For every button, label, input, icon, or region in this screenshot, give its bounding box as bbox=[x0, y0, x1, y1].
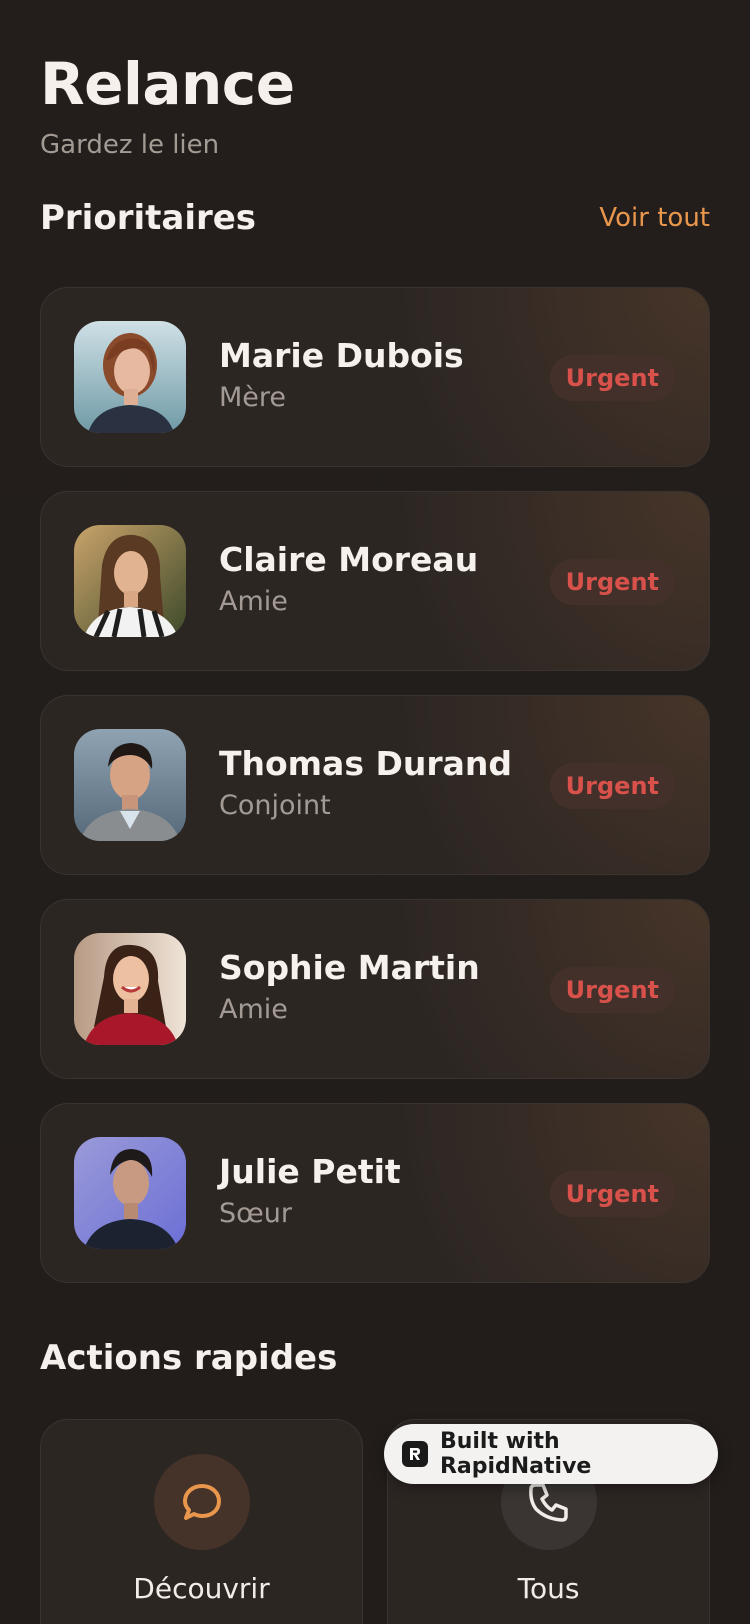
contact-relation: Conjoint bbox=[219, 790, 331, 821]
priority-section-header: Prioritaires Voir tout bbox=[40, 198, 710, 238]
contact-info: Claire Moreau Amie bbox=[219, 540, 478, 622]
contact-name: Thomas Durand bbox=[219, 744, 513, 783]
urgent-badge: Urgent bbox=[549, 967, 675, 1013]
avatar bbox=[74, 525, 186, 637]
contact-name: Sophie Martin bbox=[219, 948, 480, 987]
avatar bbox=[74, 729, 186, 841]
section-title-quick-actions: Actions rapides bbox=[40, 1338, 338, 1378]
avatar bbox=[74, 1137, 186, 1249]
app-screen: Relance Gardez le lien Prioritaires Voir… bbox=[0, 0, 750, 1624]
action-label: Découvrir bbox=[133, 1572, 270, 1605]
contact-info: Sophie Martin Amie bbox=[219, 948, 480, 1030]
contact-card[interactable]: Thomas Durand Conjoint Urgent bbox=[40, 695, 710, 875]
urgent-badge: Urgent bbox=[549, 1171, 675, 1217]
avatar bbox=[74, 933, 186, 1045]
built-with-badge[interactable]: Built with RapidNative bbox=[384, 1424, 718, 1484]
contact-relation: Amie bbox=[219, 586, 288, 617]
urgent-badge: Urgent bbox=[549, 559, 675, 605]
contact-card[interactable]: Marie Dubois Mère Urgent bbox=[40, 287, 710, 467]
action-discover-button[interactable]: Découvrir bbox=[40, 1419, 363, 1624]
contact-name: Marie Dubois bbox=[219, 336, 464, 375]
avatar bbox=[74, 321, 186, 433]
chat-bubble-icon bbox=[153, 1454, 250, 1550]
quick-actions-header: Actions rapides bbox=[40, 1338, 710, 1378]
contact-relation: Sœur bbox=[219, 1198, 292, 1229]
contact-name: Claire Moreau bbox=[219, 540, 479, 579]
urgent-badge: Urgent bbox=[549, 763, 675, 809]
contact-info: Marie Dubois Mère bbox=[219, 336, 464, 418]
contact-name: Julie Petit bbox=[219, 1152, 401, 1191]
page-subtitle: Gardez le lien bbox=[40, 130, 220, 160]
contact-relation: Amie bbox=[219, 994, 288, 1025]
contact-card[interactable]: Claire Moreau Amie Urgent bbox=[40, 491, 710, 671]
contact-card[interactable]: Julie Petit Sœur Urgent bbox=[40, 1103, 710, 1283]
contact-info: Thomas Durand Conjoint bbox=[219, 744, 512, 826]
contact-relation: Mère bbox=[219, 382, 287, 413]
action-label: Tous bbox=[517, 1572, 580, 1605]
contact-card[interactable]: Sophie Martin Amie Urgent bbox=[40, 899, 710, 1079]
contact-info: Julie Petit Sœur bbox=[219, 1152, 401, 1234]
rapidnative-logo-icon bbox=[402, 1441, 428, 1467]
built-with-label: Built with RapidNative bbox=[439, 1429, 592, 1479]
section-title-priority: Prioritaires bbox=[40, 198, 257, 238]
urgent-badge: Urgent bbox=[549, 355, 675, 401]
page-title: Relance bbox=[40, 50, 295, 118]
see-all-link[interactable]: Voir tout bbox=[599, 203, 710, 233]
